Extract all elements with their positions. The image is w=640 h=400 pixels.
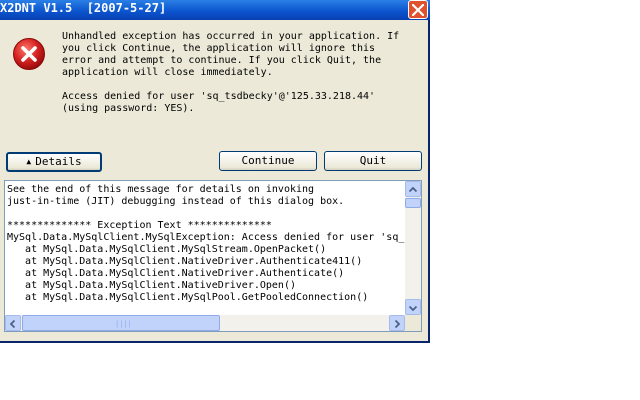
title-bar[interactable]: X2DNT V1.5 [2007-5-27]: [0, 0, 430, 20]
exception-details-text: See the end of this message for details …: [7, 184, 405, 303]
arrow-left-icon: [9, 319, 16, 329]
scroll-down-button[interactable]: [405, 299, 421, 315]
error-message: Unhandled exception has occurred in your…: [62, 31, 400, 78]
vertical-scroll-thumb[interactable]: [405, 198, 421, 208]
close-button[interactable]: [408, 0, 428, 19]
arrow-up-icon: [408, 186, 418, 193]
arrow-down-icon: [408, 305, 418, 312]
quit-button[interactable]: Quit: [324, 151, 422, 171]
horizontal-scroll-thumb[interactable]: ||||: [22, 315, 220, 331]
error-icon: [13, 38, 45, 70]
close-icon: [412, 4, 424, 16]
horizontal-scrollbar[interactable]: ||||: [5, 315, 405, 331]
scroll-left-button[interactable]: [5, 315, 21, 331]
details-button-label: Details: [35, 155, 82, 168]
error-detail: Access denied for user 'sq_tsdbecky'@'12…: [62, 91, 376, 114]
collapse-arrow-icon: ▲: [26, 157, 32, 166]
vertical-scrollbar[interactable]: [405, 181, 421, 315]
continue-button[interactable]: Continue: [219, 151, 317, 171]
quit-button-label: Quit: [359, 154, 387, 167]
grip-icon: ||||: [115, 320, 132, 328]
details-button[interactable]: ▲ Details: [6, 152, 102, 172]
exception-details-textbox[interactable]: See the end of this message for details …: [4, 180, 422, 332]
continue-button-label: Continue: [241, 154, 295, 167]
scrollbar-corner: [405, 315, 421, 331]
scroll-right-button[interactable]: [389, 315, 405, 331]
window-title: X2DNT V1.5 [2007-5-27]: [0, 1, 167, 15]
scroll-up-button[interactable]: [405, 181, 421, 197]
arrow-right-icon: [394, 319, 401, 329]
error-dialog: X2DNT V1.5 [2007-5-27] Unhandled excepti…: [0, 0, 430, 343]
